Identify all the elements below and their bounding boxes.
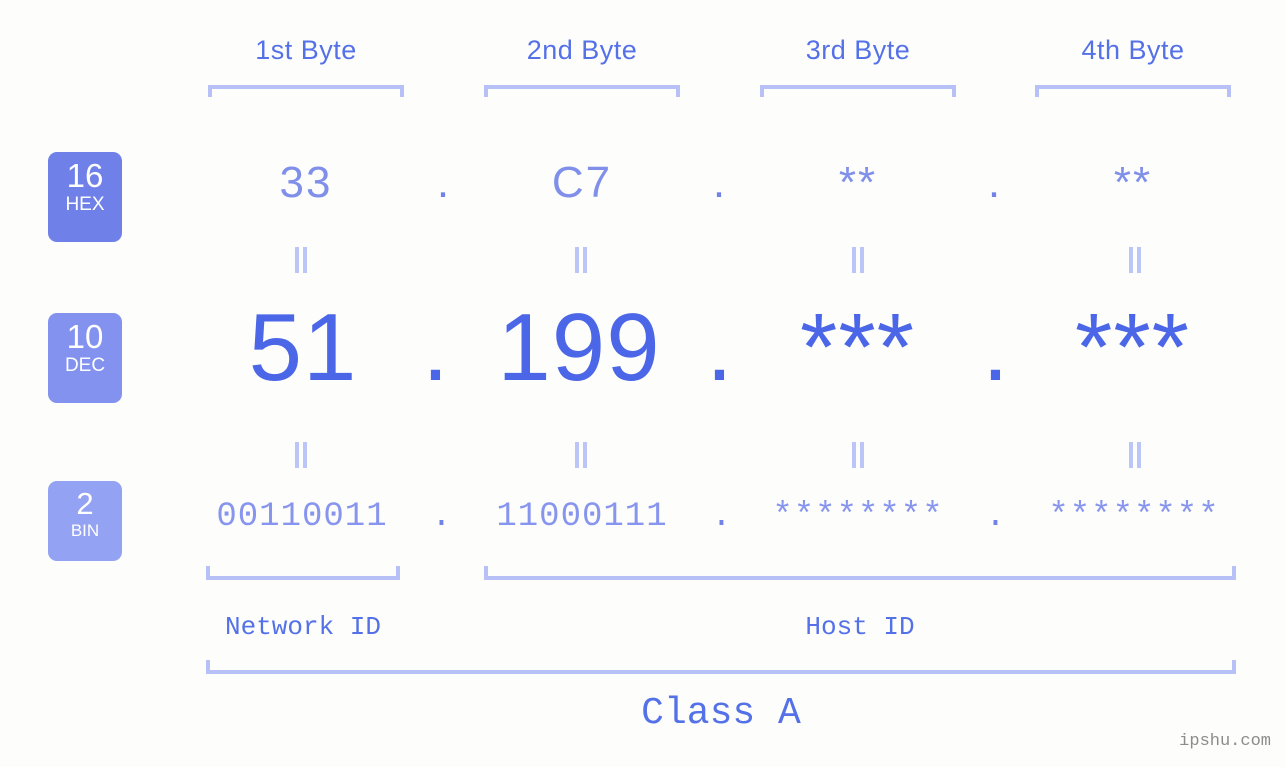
dec-separator-1: . [422,294,450,401]
base-badge-dec-number: 10 [66,318,104,355]
base-badge-hex-number: 16 [66,157,104,194]
host-id-label: Host ID [805,612,915,642]
hex-byte-2: C7 [551,158,613,207]
equals-mark-hex-dec-4 [1128,247,1142,273]
network-id-bracket [206,566,400,580]
bin-separator-3: . [985,498,1007,536]
base-badge-dec: 10 DEC [48,313,122,403]
dec-byte-2: 199 [497,294,661,401]
class-bracket [206,660,1236,674]
equals-mark-dec-bin-3 [851,442,865,468]
host-id-bracket [484,566,1236,580]
bin-byte-1: 00110011 [216,498,388,536]
bin-byte-2: 11000111 [496,498,668,536]
hex-byte-1: 33 [279,158,333,207]
class-label: Class A [641,692,801,735]
byte-header-3: 3rd Byte [805,35,911,65]
bin-byte-3: ******** [772,498,944,536]
base-badge-dec-label: DEC [64,355,106,376]
network-id-label: Network ID [224,612,382,642]
byte-bracket-3 [760,85,956,97]
base-badge-hex-label: HEX [65,194,105,215]
bin-byte-4: ******** [1048,498,1220,536]
byte-bracket-4 [1035,85,1231,97]
base-badge-bin-number: 2 [76,486,94,521]
dec-separator-2: . [706,294,734,401]
base-badge-bin: 2 BIN [48,481,122,561]
equals-mark-dec-bin-1 [294,442,308,468]
site-watermark: ipshu.com [1179,732,1271,751]
hex-separator-3: . [987,158,1003,207]
byte-header-4: 4th Byte [1081,35,1185,65]
equals-mark-hex-dec-1 [294,247,308,273]
hex-separator-2: . [712,158,728,207]
dec-separator-3: . [982,294,1010,401]
equals-mark-hex-dec-2 [574,247,588,273]
byte-bracket-2 [484,85,680,97]
hex-byte-4: ** [1113,158,1153,207]
base-badge-bin-label: BIN [70,521,100,540]
hex-separator-1: . [436,158,452,207]
bin-separator-1: . [431,498,453,536]
base-badge-hex: 16 HEX [48,152,122,242]
dec-byte-1: 51 [248,294,358,401]
dec-byte-4: *** [1074,294,1191,401]
byte-bracket-1 [208,85,404,97]
hex-byte-3: ** [838,158,878,207]
equals-mark-dec-bin-4 [1128,442,1142,468]
byte-header-2: 2nd Byte [526,35,638,65]
bin-separator-2: . [711,498,733,536]
dec-byte-3: *** [799,294,916,401]
byte-header-1: 1st Byte [255,35,357,65]
equals-mark-hex-dec-3 [851,247,865,273]
equals-mark-dec-bin-2 [574,442,588,468]
ip-address-breakdown-diagram: 1st Byte 2nd Byte 3rd Byte 4th Byte 16 H… [0,0,1285,767]
